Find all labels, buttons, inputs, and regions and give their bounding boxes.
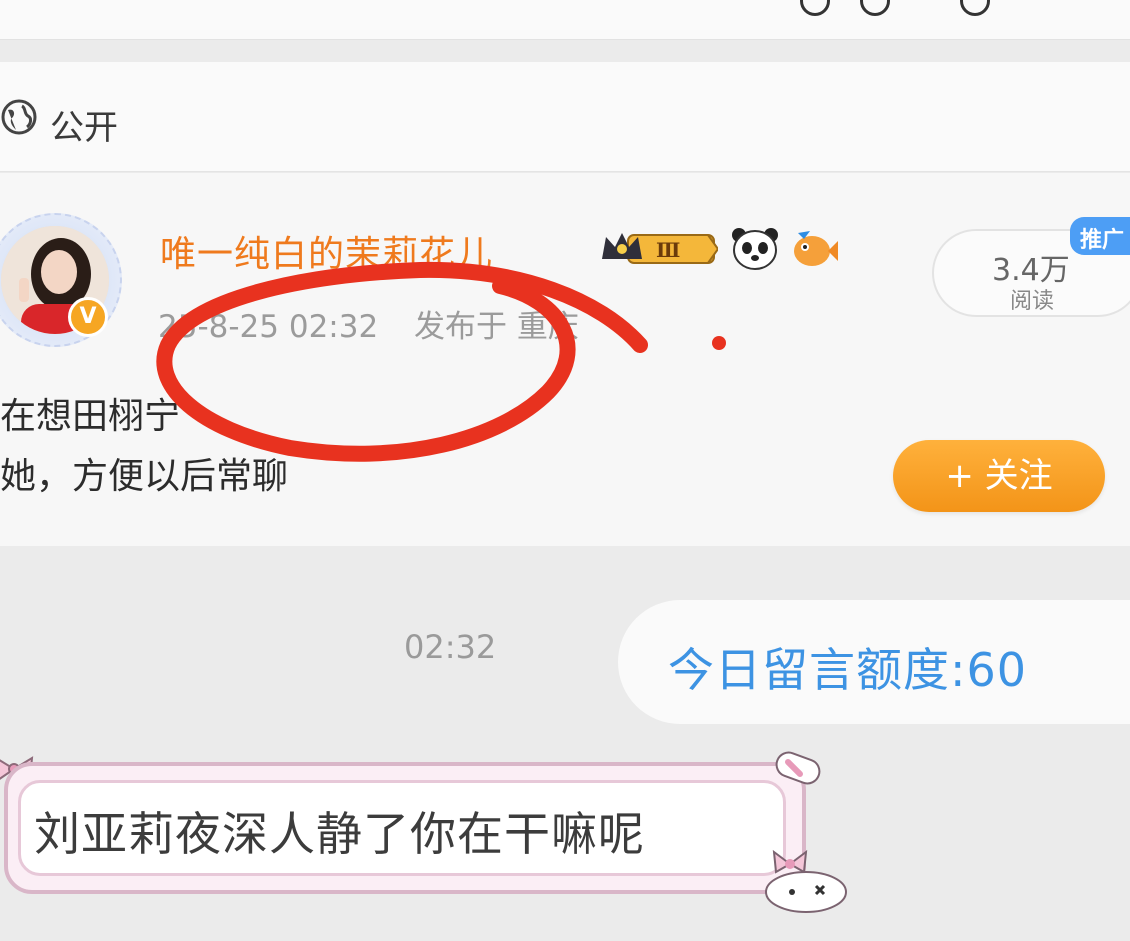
user-message-bubble[interactable]: 刘亚莉夜深人静了你在干嘛呢 [0,762,808,894]
username[interactable]: 唯一纯白的茉莉花儿 [160,225,493,277]
post-location: 发布于 重庆 [414,309,579,345]
visibility-row[interactable]: 公开 [0,62,1130,172]
post-body-line-1: 在想田栩宁 [0,396,181,437]
top-icon-1[interactable] [800,0,830,16]
panda-icon [732,228,778,270]
system-message-text: 今日留言额度:60 [668,643,1028,697]
user-message-text: 刘亚莉夜深人静了你在干嘛呢 [34,807,645,861]
screen: 公开 V 唯一纯白的茉莉花儿 Ⅲ 25-8-25 02:32 发布于 重庆 3.… [0,0,1130,941]
system-message-bubble: 今日留言额度:60 [618,600,1130,724]
fish-icon [794,231,838,266]
top-icon-2[interactable] [860,0,890,16]
post-timestamp: 25-8-25 02:32 [158,309,379,345]
visibility-label: 公开 [50,108,118,148]
promo-tag: 推广 [1070,217,1130,255]
crown-icon: Ⅲ [602,233,718,264]
follow-button[interactable]: + 关注 [893,440,1105,512]
verified-badge: V [68,297,108,337]
post-body-line-2: 她，方便以后常聊 [0,456,289,497]
globe-icon [1,99,37,135]
reads-label: 阅读 [1010,289,1055,314]
post-card[interactable]: V 唯一纯白的茉莉花儿 Ⅲ 25-8-25 02:32 发布于 重庆 3.4万 … [0,173,1130,546]
top-icon-3[interactable] [960,0,990,16]
level-badge-text: Ⅲ [656,238,680,262]
chat-timestamp: 02:32 [404,628,497,666]
top-card [0,0,1130,40]
avatar[interactable]: V [0,213,122,347]
post-meta: 25-8-25 02:32 发布于 重庆 [158,301,579,346]
bunny-decoration-icon [765,849,847,913]
pill-decoration-icon [775,751,821,785]
